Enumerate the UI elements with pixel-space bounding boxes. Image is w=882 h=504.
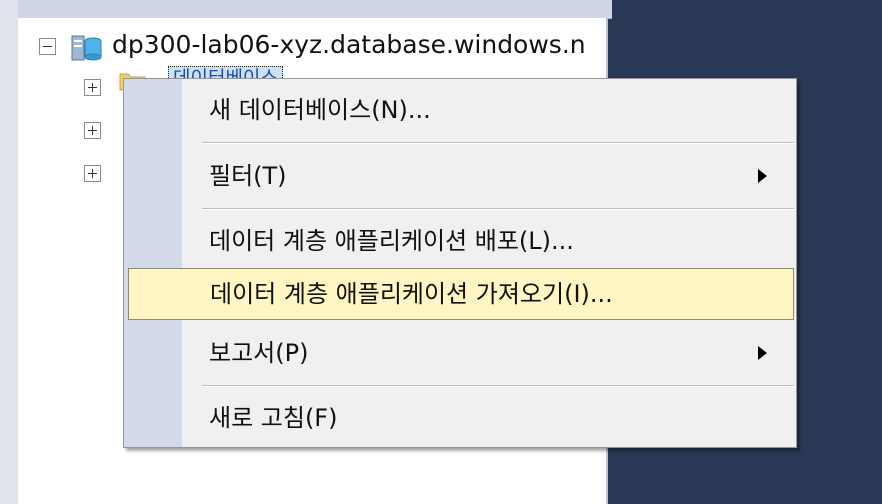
menu-item-reports[interactable]: 보고서(P) xyxy=(129,330,791,376)
expand-databases-icon[interactable] xyxy=(84,79,101,96)
menu-separator xyxy=(202,142,794,144)
collapse-server-icon[interactable] xyxy=(39,38,56,55)
server-node-label[interactable]: dp300-lab06-xyz.database.windows.n xyxy=(112,30,586,60)
menu-item-refresh[interactable]: 새로 고침(F) xyxy=(129,395,791,441)
expand-node-icon[interactable] xyxy=(84,122,101,139)
window-frame-left xyxy=(0,0,18,504)
submenu-arrow-icon xyxy=(758,169,767,183)
menu-separator xyxy=(202,385,794,387)
menu-item-deploy-data-tier-app[interactable]: 데이터 계층 애플리케이션 배포(L)... xyxy=(129,218,791,264)
menu-item-new-database[interactable]: 새 데이터베이스(N)... xyxy=(129,87,791,133)
menu-separator xyxy=(202,208,794,210)
context-menu: 새 데이터베이스(N)... 필터(T) 데이터 계층 애플리케이션 배포(L)… xyxy=(123,78,797,448)
database-server-icon xyxy=(71,35,102,61)
menu-item-filter[interactable]: 필터(T) xyxy=(129,153,791,199)
menu-item-import-data-tier-app[interactable]: 데이터 계층 애플리케이션 가져오기(I)... xyxy=(128,268,794,320)
submenu-arrow-icon xyxy=(758,346,767,360)
expand-node-icon[interactable] xyxy=(84,165,101,182)
panel-toolbar-strip xyxy=(18,0,612,19)
